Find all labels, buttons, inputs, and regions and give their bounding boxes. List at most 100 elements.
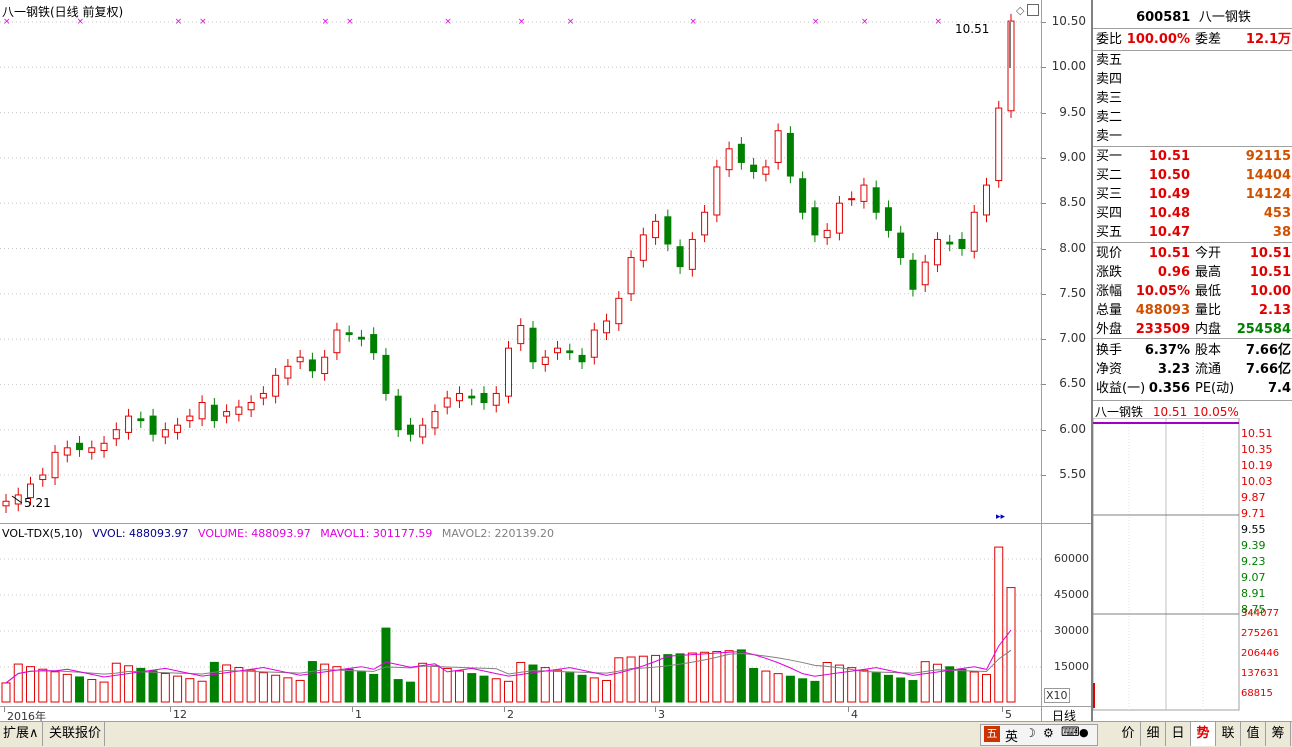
candle [627, 250, 635, 302]
volume-bar [185, 678, 195, 703]
volume-bar [565, 672, 575, 703]
volume-bar [454, 670, 464, 703]
stat-label: 现价 [1096, 246, 1123, 261]
mini-price-tick: 9.55 [1241, 523, 1266, 536]
buy-level-volume: 453 [1263, 206, 1291, 221]
price-tick-label: 10.50 [1051, 14, 1086, 28]
ime-english-icon[interactable]: 英 [1005, 726, 1018, 745]
ime-keyboard-icon[interactable]: ⌨ [1061, 725, 1080, 740]
quote-tab[interactable]: 日 [1166, 722, 1191, 746]
candle [933, 232, 941, 273]
sell-level-label: 卖一 [1096, 129, 1123, 144]
kline-panel[interactable]: 八一钢铁(日线 前复权) × × × × × × × × × × × × × 5.21 10.51 ◇ … [0, 0, 1041, 523]
volume-bar [491, 678, 501, 703]
candle [357, 330, 365, 347]
candle [762, 159, 770, 182]
related-quotes-tab[interactable]: 关联报价 [46, 722, 106, 746]
quote-tab[interactable]: 值 [1241, 722, 1266, 746]
buy-level-price: 10.49 [1148, 187, 1190, 202]
quote-tab[interactable]: 细 [1141, 722, 1166, 746]
volume-bar [418, 662, 428, 703]
volume-bar [295, 679, 305, 703]
kline-chart[interactable]: × × × × × × × × × × × × × [0, 0, 1041, 523]
quote-tab[interactable]: 价 [1116, 722, 1141, 746]
fundamental-row: 收益(一) 0.356 PE(动) 7.4 [1093, 379, 1292, 398]
candle [603, 313, 611, 341]
weicha-label: 委差 [1195, 32, 1222, 47]
volume-bar [834, 664, 844, 703]
volume-bar [258, 672, 268, 703]
mini-price-tick: 10.19 [1241, 459, 1273, 472]
volume-bar [920, 661, 930, 703]
candle [39, 467, 47, 487]
candle [149, 408, 157, 442]
weibi-label: 委比 [1096, 32, 1123, 47]
date-tick-mark [848, 707, 849, 712]
candle [480, 386, 488, 410]
sell-level-label: 卖五 [1096, 53, 1123, 68]
signal-marker: × [322, 17, 330, 27]
candle [615, 291, 623, 331]
price-tick-mark [1042, 475, 1046, 476]
price-tick-label: 9.50 [1059, 104, 1086, 119]
ime-moon-icon[interactable]: ☽ [1025, 726, 1036, 740]
candle [406, 417, 414, 442]
expand-tab[interactable]: 扩展∧ [0, 722, 43, 746]
candle [235, 399, 243, 422]
candle [186, 408, 194, 428]
quote-stat-row: 外盘 233509 内盘 254584 [1093, 320, 1292, 339]
candle [308, 352, 316, 379]
stock-code: 600581 [1136, 10, 1191, 25]
candle [725, 141, 733, 177]
quote-tab[interactable]: 势 [1191, 722, 1216, 746]
window-toggle-icon[interactable] [1027, 4, 1039, 16]
candle [51, 445, 59, 485]
buy-level-row: 买五 10.47 38 [1093, 223, 1292, 242]
volume-bar [136, 667, 146, 703]
quote-tab[interactable]: 联 [1216, 722, 1241, 746]
date-label: 3 [658, 708, 665, 721]
low-price-annotation: 5.21 [24, 496, 51, 510]
candle [921, 254, 929, 292]
mini-price-tick: 9.23 [1241, 555, 1266, 568]
buy-level-row: 买三 10.49 14124 [1093, 185, 1292, 204]
ime-settings-icon[interactable]: ⚙ [1043, 726, 1054, 740]
ime-user-icon[interactable]: ● [1079, 726, 1089, 739]
signal-marker: × [518, 17, 526, 27]
volume-bar [589, 677, 599, 703]
volume-bar [945, 666, 955, 703]
volume-bar [896, 677, 906, 703]
candle [517, 318, 525, 351]
candle [652, 214, 660, 245]
price-tick-label: 5.50 [1059, 467, 1086, 481]
candle [529, 320, 537, 369]
fund-label: 股本 [1195, 343, 1222, 358]
signal-marker: × [567, 17, 575, 27]
mini-price-tick: 8.91 [1241, 587, 1266, 600]
date-axis: 2016年 12 1 2 3 4 5 [0, 706, 1041, 723]
volume-bar [687, 652, 697, 703]
scroll-right-icon[interactable]: ▸▸ [996, 512, 1005, 522]
candle [982, 177, 990, 223]
candle [737, 137, 745, 170]
price-tick-label: 9.00 [1059, 149, 1086, 164]
buy-level-row: 买一 10.51 92115 [1093, 147, 1292, 166]
diamond-icon[interactable]: ◇ [1016, 4, 1024, 17]
volume-bar [553, 669, 563, 703]
volume-bar [442, 667, 452, 703]
quote-tab[interactable]: 筹 [1266, 722, 1291, 746]
candle [382, 348, 390, 401]
fundamental-row: 净资 3.23 流通 7.66亿 [1093, 360, 1292, 379]
sell-level-row: 卖二 [1093, 108, 1292, 127]
volume-bar [356, 671, 366, 703]
mini-stock-name: 八一钢铁 [1095, 405, 1144, 419]
stat-value: 10.51 [1148, 246, 1190, 261]
candle [554, 340, 562, 360]
sell-level-label: 卖二 [1096, 110, 1123, 125]
period-label-box[interactable]: 日线 [1041, 706, 1092, 723]
date-label: 5 [1005, 708, 1012, 721]
volume-chart[interactable] [0, 524, 1041, 707]
volume-panel[interactable]: VOL-TDX(5,10) VVOL: 488093.97 VOLUME: 48… [0, 523, 1041, 707]
ime-logo-icon[interactable]: 五 [984, 726, 1000, 742]
date-label: 1 [355, 708, 362, 721]
